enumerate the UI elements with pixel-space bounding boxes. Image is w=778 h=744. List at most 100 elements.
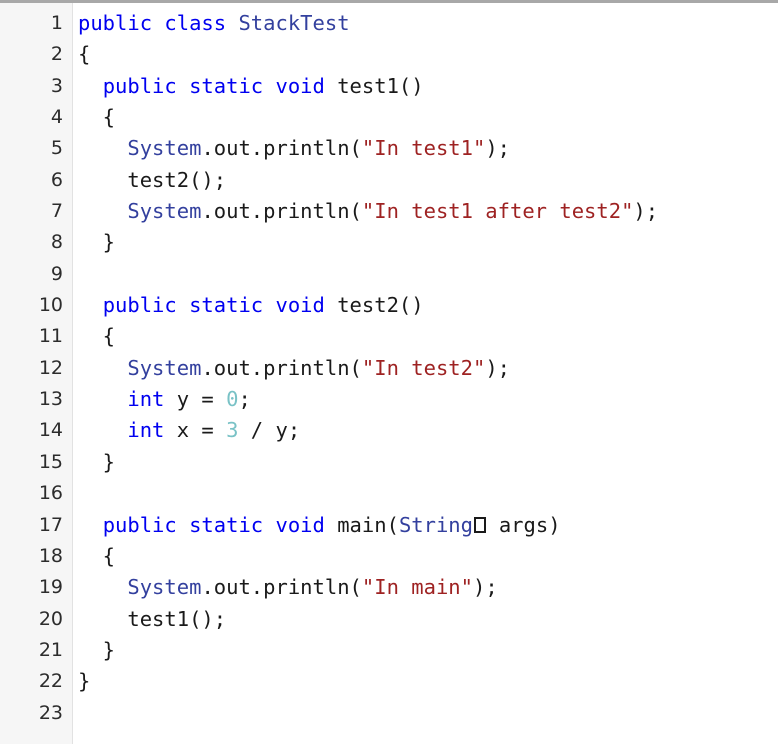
line-number[interactable]: 13 xyxy=(0,384,72,415)
line-number[interactable]: 12 xyxy=(0,353,72,384)
code-token-plain: test2() xyxy=(337,293,424,318)
code-token-plain: test1(); xyxy=(78,606,227,631)
code-line[interactable] xyxy=(78,259,778,290)
code-token-plain: main( xyxy=(337,512,399,537)
code-token-kw: void xyxy=(275,73,338,98)
code-token-kw: int xyxy=(127,418,165,443)
code-line[interactable]: System.out.println("In test2"); xyxy=(78,353,778,384)
code-token-num: 0 xyxy=(226,387,239,412)
code-token-str: "In main" xyxy=(361,575,473,600)
code-line[interactable]: } xyxy=(78,635,778,666)
line-number-gutter[interactable]: 1 2 3 4 5 6 7 8 9 10 11 12 13 14 15 16 17 18 19 20 21 22 23 xyxy=(0,3,73,744)
code-token-type: System xyxy=(127,355,202,380)
line-number[interactable]: 19 xyxy=(0,572,72,603)
code-line[interactable]: } xyxy=(78,447,778,478)
code-token-plain: .out.println( xyxy=(201,575,362,600)
code-token-plain: { xyxy=(78,324,116,349)
code-line[interactable]: test1(); xyxy=(78,604,778,635)
code-token-plain: { xyxy=(78,105,116,130)
code-token-kw: void xyxy=(275,293,338,318)
code-token-plain: y = xyxy=(164,387,227,412)
code-token-type: System xyxy=(127,199,202,224)
line-number[interactable]: 1 xyxy=(0,8,72,39)
code-token-plain: ); xyxy=(485,355,510,380)
code-line[interactable]: public static void test2() xyxy=(78,290,778,321)
line-number[interactable]: 5 xyxy=(0,133,72,164)
code-token-kw: public xyxy=(102,293,190,318)
code-line[interactable]: { xyxy=(78,541,778,572)
line-number[interactable]: 15 xyxy=(0,447,72,478)
code-token-type: StackTest xyxy=(238,11,350,35)
code-token-num: 3 xyxy=(226,418,239,443)
code-content-area[interactable]: public class StackTest { public static vo… xyxy=(73,3,778,729)
code-token-kw: static xyxy=(189,293,276,318)
code-token-str: "In test1 after test2" xyxy=(361,199,634,224)
code-token-kw: class xyxy=(164,11,239,35)
code-token-plain: ); xyxy=(485,136,510,161)
line-number[interactable]: 14 xyxy=(0,415,72,446)
code-token-type: System xyxy=(127,575,202,600)
code-token-kw: public xyxy=(102,73,190,98)
code-line[interactable]: int x = 3 / y; xyxy=(78,415,778,446)
code-line[interactable]: { xyxy=(78,39,778,70)
line-number[interactable]: 17 xyxy=(0,510,72,541)
line-number[interactable]: 3 xyxy=(0,71,72,102)
code-token-plain: test1() xyxy=(337,73,424,98)
code-token-plain: } xyxy=(78,449,116,474)
line-number[interactable]: 11 xyxy=(0,321,72,352)
line-number[interactable]: 8 xyxy=(0,227,72,258)
line-number[interactable]: 9 xyxy=(0,259,72,290)
code-line[interactable]: { xyxy=(78,321,778,352)
code-token-type: String xyxy=(398,512,473,537)
code-token-type: System xyxy=(127,136,202,161)
code-line[interactable]: System.out.println("In test1 after test2… xyxy=(78,196,778,227)
code-line[interactable]: int y = 0; xyxy=(78,384,778,415)
code-line[interactable]: } xyxy=(78,227,778,258)
code-token-plain: ); xyxy=(472,575,498,600)
code-line[interactable] xyxy=(78,698,778,729)
code-token-plain: ; xyxy=(238,387,251,412)
code-token-plain: } xyxy=(78,637,116,662)
code-line[interactable]: public static void test1() xyxy=(78,71,778,102)
line-number[interactable]: 21 xyxy=(0,635,72,666)
line-number[interactable]: 23 xyxy=(0,698,72,729)
code-line[interactable] xyxy=(78,478,778,509)
line-number[interactable]: 2 xyxy=(0,39,72,70)
code-token-kw: int xyxy=(127,387,165,412)
line-number[interactable]: 22 xyxy=(0,666,72,697)
code-line[interactable]: test2(); xyxy=(78,165,778,196)
code-token-plain: { xyxy=(78,42,91,67)
code-editor[interactable]: 1 2 3 4 5 6 7 8 9 10 11 12 13 14 15 16 17 18 19 20 21 22 23 pu… xyxy=(0,0,778,744)
line-number[interactable]: 16 xyxy=(0,478,72,509)
code-line[interactable]: System.out.println("In test1"); xyxy=(78,133,778,164)
code-token-plain: .out.println( xyxy=(201,355,362,380)
code-line[interactable]: } xyxy=(78,666,778,697)
line-number[interactable]: 6 xyxy=(0,165,72,196)
code-token-plain: { xyxy=(78,543,116,568)
code-token-kw: public xyxy=(102,512,190,537)
line-number[interactable]: 20 xyxy=(0,604,72,635)
code-token-plain: .out.println( xyxy=(201,136,362,161)
code-token-kw: void xyxy=(275,512,338,537)
code-token-str: "In test2" xyxy=(361,355,486,380)
code-line[interactable]: public static void main(String args) xyxy=(78,510,778,541)
line-number[interactable]: 4 xyxy=(0,102,72,133)
code-line[interactable]: { xyxy=(78,102,778,133)
code-token-plain: } xyxy=(78,669,91,694)
code-token-plain: .out.println( xyxy=(201,199,362,224)
code-line[interactable]: System.out.println("In main"); xyxy=(78,572,778,603)
editor-surface[interactable]: 1 2 3 4 5 6 7 8 9 10 11 12 13 14 15 16 17 18 19 20 21 22 23 pu… xyxy=(0,3,778,744)
line-number[interactable]: 7 xyxy=(0,196,72,227)
line-number[interactable]: 10 xyxy=(0,290,72,321)
code-token-plain: x = xyxy=(164,418,227,443)
code-token-plain: test2(); xyxy=(78,167,227,192)
code-line[interactable]: public class StackTest xyxy=(78,8,778,39)
line-number[interactable]: 18 xyxy=(0,541,72,572)
code-token-kw: public xyxy=(78,11,165,35)
